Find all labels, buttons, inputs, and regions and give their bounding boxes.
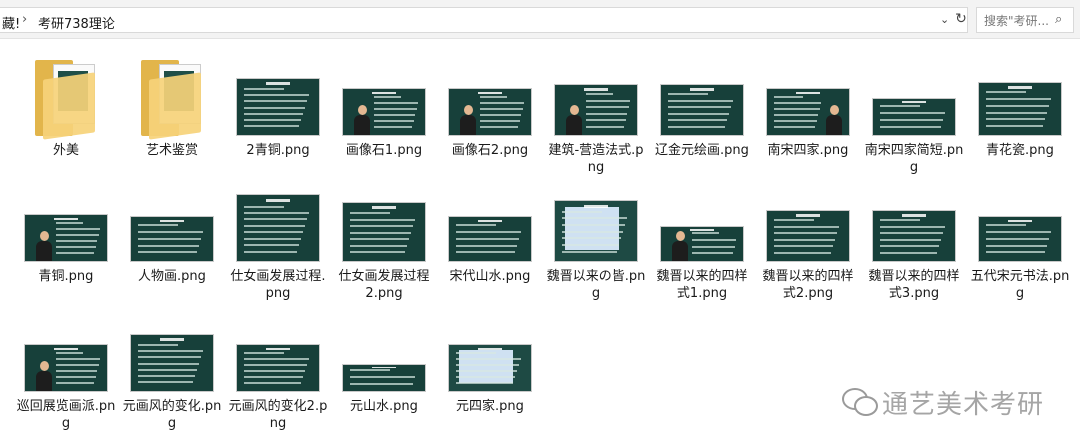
image-file-item[interactable]: 辽金元绘画.png [650, 50, 754, 159]
image-thumbnail [130, 216, 214, 262]
folder-icon [141, 60, 203, 140]
image-file-item[interactable]: 元四家.png [438, 306, 542, 415]
folder-item[interactable]: 外美 [14, 50, 118, 159]
image-file-item[interactable]: 青花瓷.png [968, 50, 1072, 159]
image-thumbnail [236, 78, 320, 136]
image-thumbnail [554, 200, 638, 262]
file-name: 魏晋以来的四样式3.png [868, 269, 960, 301]
refresh-icon[interactable]: ↻ [952, 10, 970, 28]
image-thumbnail [130, 334, 214, 392]
wechat-logo-icon [842, 388, 878, 416]
file-name: 2青铜.png [246, 143, 310, 158]
file-name: 建筑-营造法式.png [548, 143, 644, 175]
presenter-figure [826, 105, 843, 135]
image-thumbnail [24, 214, 108, 262]
image-thumbnail [872, 98, 956, 136]
image-thumbnail [978, 82, 1062, 136]
image-file-item[interactable]: 建筑-营造法式.png [544, 50, 648, 176]
image-thumbnail [872, 210, 956, 262]
address-field[interactable]: 藏! › 考研738理论 ⌄ [0, 7, 968, 33]
image-thumbnail [24, 344, 108, 392]
image-file-item[interactable]: 魏晋以来的四样式2.png [756, 176, 860, 302]
breadcrumb-previous[interactable]: 藏! [2, 13, 20, 32]
presenter-figure [36, 231, 53, 261]
image-thumbnail [448, 216, 532, 262]
presenter-figure [566, 105, 583, 135]
file-name: 人物画.png [138, 269, 206, 284]
image-file-item[interactable]: 南宋四家.png [756, 50, 860, 159]
image-file-item[interactable]: 元画风的变化.png [120, 306, 224, 432]
file-name: 元画风的变化2.png [228, 399, 328, 431]
image-file-item[interactable]: 魏晋以来的四样式1.png [650, 176, 754, 302]
image-thumbnail [342, 202, 426, 262]
image-file-item[interactable]: 南宋四家简短.png [862, 50, 966, 176]
search-input[interactable]: 搜索"考研... [984, 12, 1049, 29]
image-thumbnail [342, 364, 426, 392]
file-name: 外美 [52, 143, 79, 158]
file-name: 宋代山水.png [449, 269, 531, 284]
image-thumbnail [448, 88, 532, 136]
image-file-item[interactable]: 元画风的变化2.png [226, 306, 330, 432]
image-file-item[interactable]: 仕女画发展过程.png [226, 176, 330, 302]
address-bar: 藏! › 考研738理论 ⌄ ↻ 搜索"考研... ⌕ [0, 0, 1080, 39]
image-thumbnail [660, 84, 744, 136]
image-file-item[interactable]: 2青铜.png [226, 50, 330, 159]
presenter-figure [36, 361, 53, 391]
image-file-item[interactable]: 人物画.png [120, 176, 224, 285]
folder-icon [35, 60, 97, 140]
file-name: 南宋四家简短.png [864, 143, 964, 175]
breadcrumb-separator-icon[interactable]: › [22, 12, 27, 27]
file-name: 元山水.png [350, 399, 418, 414]
image-file-item[interactable]: 魏晋以来の皆.png [544, 176, 648, 302]
image-thumbnail [236, 344, 320, 392]
file-name: 五代宋元书法.png [970, 269, 1070, 301]
file-name: 元画风的变化.png [122, 399, 222, 431]
image-file-item[interactable]: 巡回展览画派.png [14, 306, 118, 432]
presenter-figure [672, 231, 689, 261]
watermark-text: 通艺美术考研 [882, 390, 1045, 420]
file-name: 巡回展览画派.png [16, 399, 116, 431]
image-file-item[interactable]: 五代宋元书法.png [968, 176, 1072, 302]
file-name: 仕女画发展过程.png [230, 269, 326, 301]
image-file-item[interactable]: 画像石2.png [438, 50, 542, 159]
file-name: 艺术鉴赏 [145, 143, 198, 158]
image-file-item[interactable]: 宋代山水.png [438, 176, 542, 285]
search-icon[interactable]: ⌕ [1055, 12, 1062, 27]
presenter-figure [460, 105, 477, 135]
file-name: 青铜.png [38, 269, 94, 284]
image-thumbnail [236, 194, 320, 262]
image-file-item[interactable]: 魏晋以来的四样式3.png [862, 176, 966, 302]
search-box[interactable]: 搜索"考研... ⌕ [976, 7, 1074, 33]
image-file-item[interactable]: 青铜.png [14, 176, 118, 285]
file-name: 魏晋以来の皆.png [546, 269, 646, 301]
image-thumbnail [554, 84, 638, 136]
image-thumbnail [766, 88, 850, 136]
image-thumbnail [342, 88, 426, 136]
image-thumbnail [448, 344, 532, 392]
image-thumbnail [978, 216, 1062, 262]
breadcrumb-current[interactable]: 考研738理论 [38, 13, 115, 32]
file-name: 南宋四家.png [767, 143, 849, 158]
image-thumbnail [660, 226, 744, 262]
image-thumbnail [766, 210, 850, 262]
file-name: 元四家.png [456, 399, 524, 414]
image-file-item[interactable]: 仕女画发展过程2.png [332, 176, 436, 302]
file-name: 魏晋以来的四样式1.png [656, 269, 748, 301]
image-file-item[interactable]: 画像石1.png [332, 50, 436, 159]
file-name: 仕女画发展过程2.png [338, 269, 430, 301]
file-name: 魏晋以来的四样式2.png [762, 269, 854, 301]
file-name: 辽金元绘画.png [655, 143, 749, 158]
chevron-down-icon[interactable]: ⌄ [940, 13, 949, 26]
file-name: 青花瓷.png [986, 143, 1054, 158]
file-name: 画像石1.png [345, 143, 423, 158]
image-file-item[interactable]: 元山水.png [332, 306, 436, 415]
folder-item[interactable]: 艺术鉴赏 [120, 50, 224, 159]
file-name: 画像石2.png [451, 143, 529, 158]
presenter-figure [354, 105, 371, 135]
